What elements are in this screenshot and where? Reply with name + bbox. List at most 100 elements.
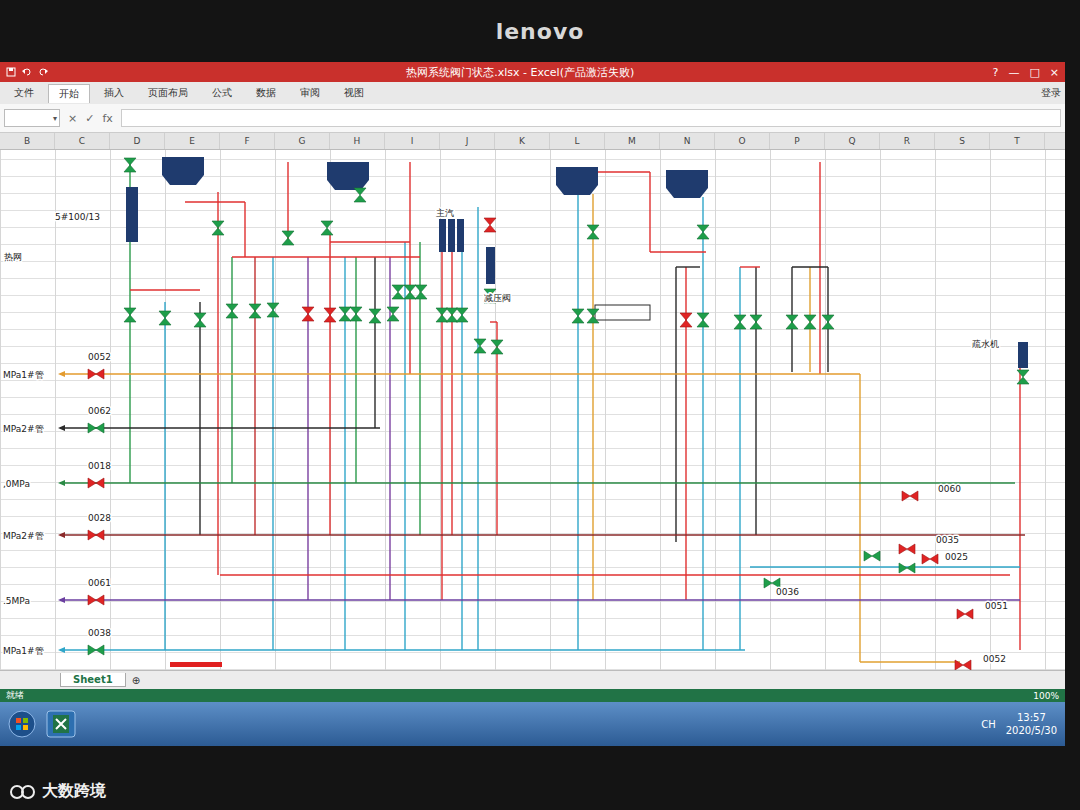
valve[interactable] — [864, 551, 880, 561]
column-header[interactable]: D — [110, 133, 165, 149]
input-language[interactable]: CH — [981, 719, 996, 730]
cancel-button[interactable]: × — [68, 112, 77, 125]
valve[interactable] — [282, 231, 294, 245]
valve[interactable] — [446, 308, 458, 322]
valve[interactable] — [124, 308, 136, 322]
valve[interactable] — [226, 304, 238, 318]
valve[interactable] — [88, 530, 104, 540]
tank[interactable] — [556, 167, 598, 195]
valve[interactable] — [321, 221, 333, 235]
valve[interactable] — [354, 188, 366, 202]
valve[interactable] — [902, 491, 918, 501]
save-icon[interactable] — [6, 67, 16, 77]
drain-unit[interactable] — [1018, 342, 1028, 368]
column-header[interactable]: S — [935, 133, 990, 149]
column-header[interactable]: P — [770, 133, 825, 149]
valve[interactable] — [680, 313, 692, 327]
ribbon-tab[interactable]: 开始 — [48, 84, 90, 103]
ribbon-tab[interactable]: 公式 — [202, 84, 242, 102]
valve[interactable] — [387, 307, 399, 321]
valve[interactable] — [456, 308, 468, 322]
tank[interactable] — [666, 170, 708, 198]
add-sheet-icon[interactable]: ⊕ — [132, 675, 140, 686]
valve[interactable] — [249, 304, 261, 318]
valve[interactable] — [88, 645, 104, 655]
valve[interactable] — [404, 285, 416, 299]
heater[interactable] — [457, 219, 464, 252]
ribbon-tab[interactable]: 视图 — [334, 84, 374, 102]
column-header[interactable]: H — [330, 133, 385, 149]
column-header[interactable]: B — [0, 133, 55, 149]
valve[interactable] — [786, 315, 798, 329]
ribbon-tab[interactable]: 文件 — [4, 84, 44, 102]
valve[interactable] — [88, 595, 104, 605]
tank[interactable] — [327, 162, 369, 190]
valve[interactable] — [1017, 370, 1029, 384]
valve[interactable] — [392, 285, 404, 299]
column-header[interactable]: C — [55, 133, 110, 149]
valve[interactable] — [415, 285, 427, 299]
heater[interactable] — [448, 219, 455, 252]
ribbon-tab[interactable]: 页面布局 — [138, 84, 198, 102]
column-header[interactable]: G — [275, 133, 330, 149]
column-header[interactable]: J — [440, 133, 495, 149]
column-header[interactable]: K — [495, 133, 550, 149]
column-header[interactable]: I — [385, 133, 440, 149]
login-link[interactable]: 登录 — [1041, 86, 1061, 100]
valve[interactable] — [350, 307, 362, 321]
valve[interactable] — [88, 369, 104, 379]
valve[interactable] — [436, 308, 448, 322]
tank[interactable] — [162, 157, 204, 185]
valve[interactable] — [899, 563, 915, 573]
heater[interactable] — [439, 219, 446, 252]
watermark-logo-icon[interactable] — [10, 783, 36, 801]
valve[interactable] — [267, 303, 279, 317]
valve[interactable] — [957, 609, 973, 619]
enter-button[interactable]: ✓ — [85, 112, 94, 125]
sheet-grid[interactable]: 0052MPa1#管0062MPa2#管0018,0MPa0028MPa2#管0… — [0, 150, 1065, 670]
ribbon-tab[interactable]: 插入 — [94, 84, 134, 102]
formula-input[interactable] — [121, 109, 1061, 127]
ribbon-tab[interactable]: 审阅 — [290, 84, 330, 102]
column-header[interactable]: R — [880, 133, 935, 149]
valve[interactable] — [955, 660, 971, 670]
dropdown-icon[interactable]: ▾ — [53, 114, 57, 123]
ribbon-tab[interactable]: 数据 — [246, 84, 286, 102]
name-box[interactable]: ▾ — [4, 109, 60, 127]
excel-icon[interactable] — [46, 710, 76, 738]
column-header[interactable]: O — [715, 133, 770, 149]
sheet-tab[interactable]: Sheet1 — [60, 673, 126, 687]
close-button[interactable]: × — [1050, 66, 1059, 79]
valve[interactable] — [804, 315, 816, 329]
valve[interactable] — [822, 315, 834, 329]
valve[interactable] — [491, 340, 503, 354]
clock[interactable]: 13:572020/5/30 — [1006, 711, 1057, 737]
undo-icon[interactable] — [22, 67, 32, 77]
column-header[interactable]: E — [165, 133, 220, 149]
valve[interactable] — [572, 309, 584, 323]
valve[interactable] — [484, 218, 496, 232]
column-header[interactable]: T — [990, 133, 1045, 149]
redo-icon[interactable] — [38, 67, 48, 77]
valve[interactable] — [750, 315, 762, 329]
valve[interactable] — [194, 313, 206, 327]
valve[interactable] — [124, 158, 136, 172]
column-header[interactable]: N — [660, 133, 715, 149]
minimize-button[interactable]: — — [1008, 66, 1019, 79]
maximize-button[interactable]: □ — [1029, 66, 1039, 79]
column-vessel[interactable] — [126, 187, 138, 242]
help-button[interactable]: ? — [993, 66, 999, 79]
column-header[interactable]: F — [220, 133, 275, 149]
valve[interactable] — [212, 221, 224, 235]
valve[interactable] — [587, 309, 599, 323]
pressure-reducer[interactable] — [486, 247, 495, 284]
valve[interactable] — [159, 311, 171, 325]
column-header[interactable]: Q — [825, 133, 880, 149]
column-header[interactable]: L — [550, 133, 605, 149]
valve[interactable] — [369, 309, 381, 323]
valve[interactable] — [922, 554, 938, 564]
valve[interactable] — [899, 544, 915, 554]
start-orb-icon[interactable] — [8, 710, 36, 738]
valve[interactable] — [474, 339, 486, 353]
valve[interactable] — [324, 308, 336, 322]
